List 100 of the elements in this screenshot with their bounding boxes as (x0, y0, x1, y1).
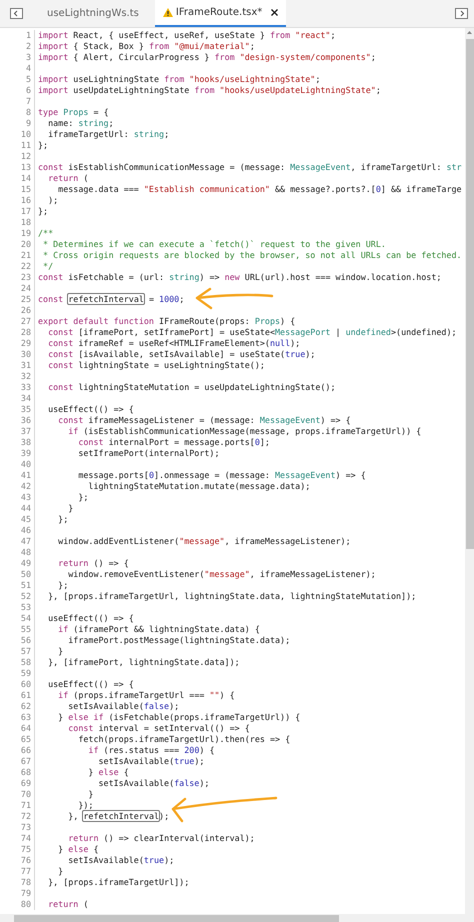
line-number: 9 (0, 118, 35, 129)
line-number: 1 (0, 30, 35, 41)
code-line: if (iframePort && lightningState.data) { (57, 624, 260, 635)
scrollbar-thumb[interactable] (466, 39, 474, 549)
code-line: useEffect(() => { (47, 679, 134, 690)
code-line: } else if (isFetchable(props.iframeTargetUrl)) { (57, 712, 300, 723)
code-line: }); (77, 800, 94, 811)
line-number: 78 (0, 877, 35, 888)
line-number: 22 (0, 261, 35, 272)
code-line: setIsAvailable(true); (67, 855, 174, 866)
line-number: 15 (0, 184, 35, 195)
code-line: setIsAvailable(false); (98, 778, 210, 789)
line-number: 34 (0, 393, 35, 404)
line-number: 6 (0, 85, 35, 96)
line-number: 8 (0, 107, 35, 118)
line-number: 17 (0, 206, 35, 217)
panel-toggle-icon[interactable] (455, 8, 468, 19)
code-line: if (props.iframeTargetUrl === "") { (57, 690, 235, 701)
close-icon[interactable] (271, 9, 278, 16)
code-line: const internalPort = message.ports[0]; (77, 437, 270, 448)
code-line: * Cross origin requests are blocked by the browser, so not all URLs can be fetched. (42, 250, 462, 261)
line-number: 53 (0, 602, 35, 613)
line-number: 38 (0, 437, 35, 448)
code-line: }, [props.iframeTargetUrl, lightningState.data, lightningStateMutation]); (47, 591, 416, 602)
line-number: 7 (0, 96, 35, 107)
line-number: 62 (0, 701, 35, 712)
editor-tab[interactable]: IFrameRoute.tsx* (154, 0, 286, 27)
code-line: message.ports[0].onmessage = (message: MessageEvent) => { (77, 470, 366, 481)
code-line: const isEstablishCommunicationMessage = (message: MessageEvent, iframeTargetUrl: str (38, 162, 462, 173)
code-line: export default function IFrameRoute(props: Props) { (38, 316, 296, 327)
code-line: setIframePort(internalPort); (77, 448, 220, 459)
line-number: 75 (0, 844, 35, 855)
code-line: iframeTargetUrl: string; (47, 129, 170, 140)
code-line: return ( (47, 173, 88, 184)
line-number: 25 (0, 294, 35, 305)
line-number: 42 (0, 481, 35, 492)
scrollbar-thumb[interactable] (14, 914, 339, 922)
code-line: if (isEstablishCommunicationMessage(message, props.iframeTargetUrl)) { (67, 426, 422, 437)
line-number: 16 (0, 195, 35, 206)
code-line: } (67, 503, 74, 514)
line-number: 39 (0, 448, 35, 459)
code-line: }, [props.iframeTargetUrl]); (47, 877, 190, 888)
line-number: 44 (0, 503, 35, 514)
code-line: }, refetchInterval); (67, 811, 170, 822)
code-line: const iframeRef = useRef<HTMLIFrameElement>(null); (47, 338, 300, 349)
line-number: 50 (0, 569, 35, 580)
line-number: 36 (0, 415, 35, 426)
line-number: 35 (0, 404, 35, 415)
code-line: message.data === "Establish communication" && message?.ports?.[0] && iframeTarge (57, 184, 462, 195)
code-line: const isFetchable = (url: string) => new URL(url).host === window.location.host; (38, 272, 442, 283)
line-number: 31 (0, 360, 35, 371)
line-number: 3 (0, 52, 35, 63)
line-number: 46 (0, 525, 35, 536)
code-line: useEffect(() => { (47, 613, 134, 624)
line-number: 65 (0, 734, 35, 745)
code-line: import useUpdateLightningState from "hooks/useUpdateLightningState"; (38, 85, 381, 96)
code-line: return ( (47, 899, 88, 910)
code-line: import React, { useEffect, useRef, useState } from "react"; (38, 30, 336, 41)
line-number: 51 (0, 580, 35, 591)
line-number: 37 (0, 426, 35, 437)
code-line: import { Stack, Box } from "@mui/material"; (38, 41, 255, 52)
code-line: /** (38, 228, 54, 239)
line-number: 69 (0, 778, 35, 789)
code-line: }; (57, 514, 68, 525)
code-line: const refetchInterval = 1000; (38, 294, 184, 305)
code-line: name: string; (47, 118, 114, 129)
line-number: 29 (0, 338, 35, 349)
code-line: }; (38, 206, 48, 217)
panel-toggle-icon[interactable] (10, 8, 23, 19)
line-number: 13 (0, 162, 35, 173)
code-line: return () => clearInterval(interval); (67, 833, 255, 844)
horizontal-scrollbar[interactable] (0, 914, 474, 922)
line-number: 72 (0, 811, 35, 822)
code-line: } (87, 789, 94, 800)
line-number: 24 (0, 283, 35, 294)
line-number: 79 (0, 888, 35, 899)
line-number: 74 (0, 833, 35, 844)
code-line: setIsAvailable(false); (67, 701, 180, 712)
line-number: 45 (0, 514, 35, 525)
line-number: 67 (0, 756, 35, 767)
code-line: if (res.status === 200) { (87, 745, 215, 756)
code-line: import useLightningState from "hooks/useLightningState"; (38, 74, 320, 85)
line-number: 66 (0, 745, 35, 756)
line-number: 60 (0, 679, 35, 690)
editor-tab[interactable]: useLightningWs.ts (39, 0, 147, 27)
code-line: return () => { (57, 558, 129, 569)
line-number: 77 (0, 866, 35, 877)
code-line: const [iframePort, setIframePort] = useState<MessagePort | undefined>(undefined); (47, 327, 457, 338)
line-number: 54 (0, 613, 35, 624)
scroll-up-icon[interactable] (467, 31, 472, 34)
code-line: useEffect(() => { (47, 404, 134, 415)
line-number: 52 (0, 591, 35, 602)
code-line: fetch(props.iframeTargetUrl).then(res => { (77, 734, 290, 745)
code-line: } (57, 866, 64, 877)
code-line: const iframeMessageListener = (message: MessageEvent) => { (57, 415, 351, 426)
line-number: 19 (0, 228, 35, 239)
line-number: 63 (0, 712, 35, 723)
code-line: } else { (57, 844, 99, 855)
vertical-scrollbar[interactable] (465, 28, 474, 914)
code-line: const lightningState = useLightningState(); (47, 360, 265, 371)
